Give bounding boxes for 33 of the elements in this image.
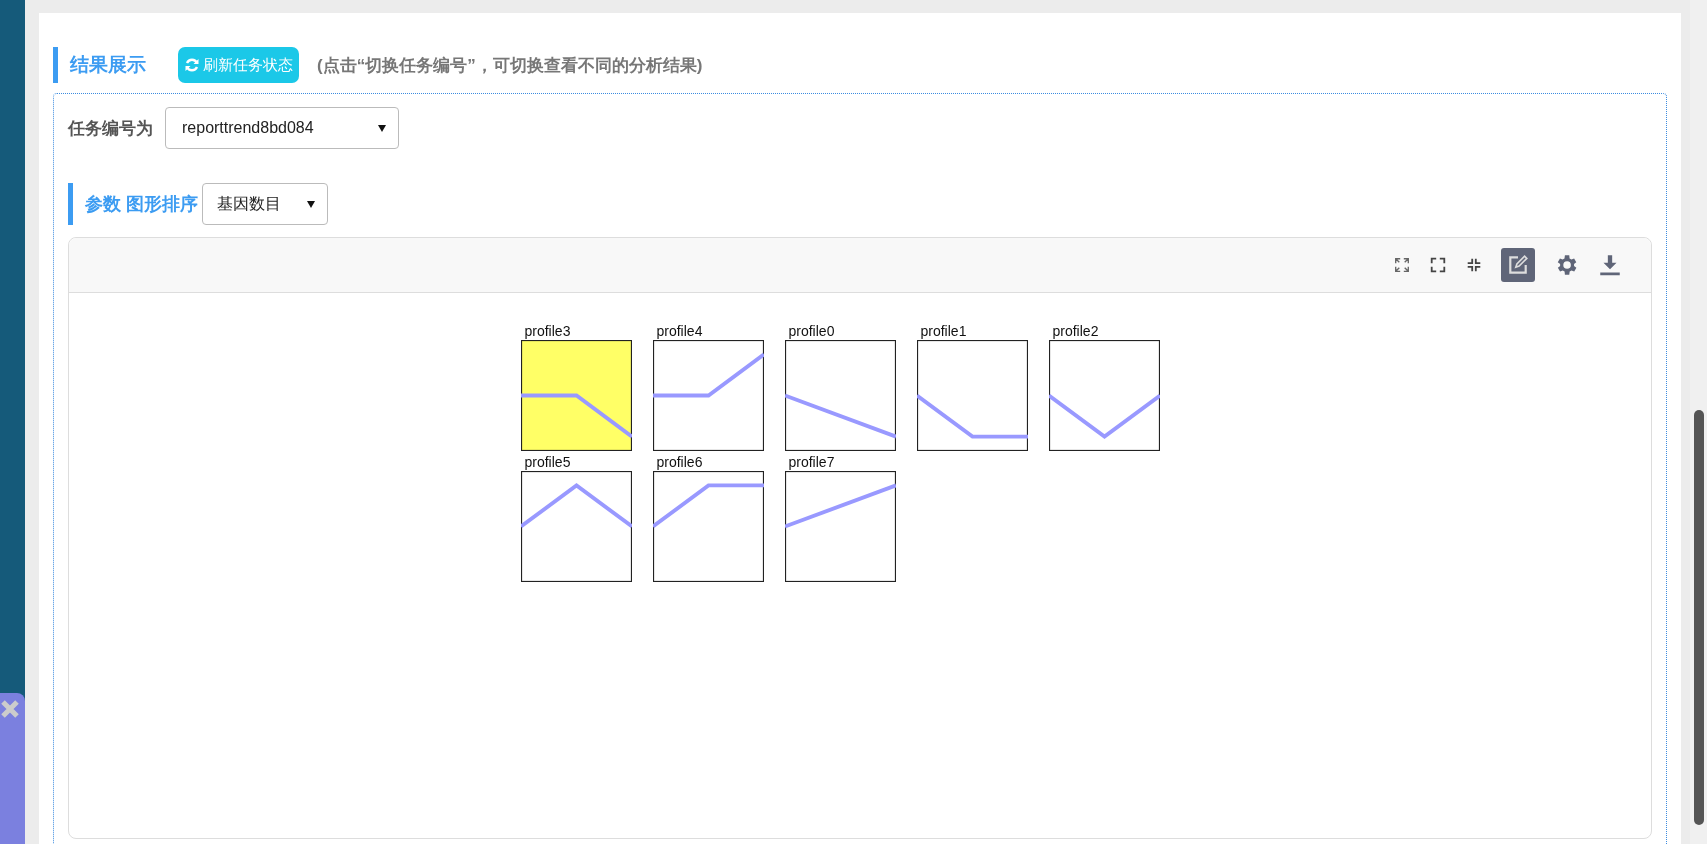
refresh-icon	[184, 57, 200, 73]
profile-chart[interactable]	[520, 471, 632, 582]
expand-icon[interactable]	[1393, 256, 1411, 274]
sort-select[interactable]: 基因数目	[202, 183, 328, 225]
fullscreen-icon[interactable]	[1429, 256, 1447, 274]
task-select[interactable]: reporttrend8bd084	[165, 107, 399, 149]
download-icon[interactable]	[1597, 252, 1623, 278]
profile-label: profile7	[787, 454, 836, 471]
profile-chart[interactable]	[784, 340, 896, 451]
edit-button[interactable]	[1501, 248, 1535, 282]
profile-label: profile4	[655, 323, 704, 340]
profile-chart[interactable]	[784, 471, 896, 582]
sort-title: 参数 图形排序	[68, 183, 198, 225]
profile-label: profile1	[919, 323, 968, 340]
scrollbar[interactable]	[1690, 0, 1707, 844]
section-title: 结果展示	[53, 47, 146, 83]
profile-chart[interactable]	[1048, 340, 1160, 451]
profile-label: profile2	[1051, 323, 1100, 340]
task-label: 任务编号为	[68, 117, 153, 140]
hint-text: (点击“切换任务编号”，可切换查看不同的分析结果)	[317, 54, 703, 77]
profile-chart[interactable]	[520, 340, 632, 451]
profile-label: profile3	[523, 323, 572, 340]
edit-icon	[1507, 254, 1529, 276]
profile-chart[interactable]	[652, 340, 764, 451]
scrollbar-thumb[interactable]	[1694, 410, 1704, 825]
caret-icon	[307, 200, 315, 208]
profile-label: profile0	[787, 323, 836, 340]
caret-icon	[378, 124, 386, 132]
profile-chart[interactable]	[916, 340, 1028, 451]
profile-label: profile5	[523, 454, 572, 471]
collapse-icon[interactable]	[1465, 256, 1483, 274]
profile-chart[interactable]	[652, 471, 764, 582]
profile-label: profile6	[655, 454, 704, 471]
